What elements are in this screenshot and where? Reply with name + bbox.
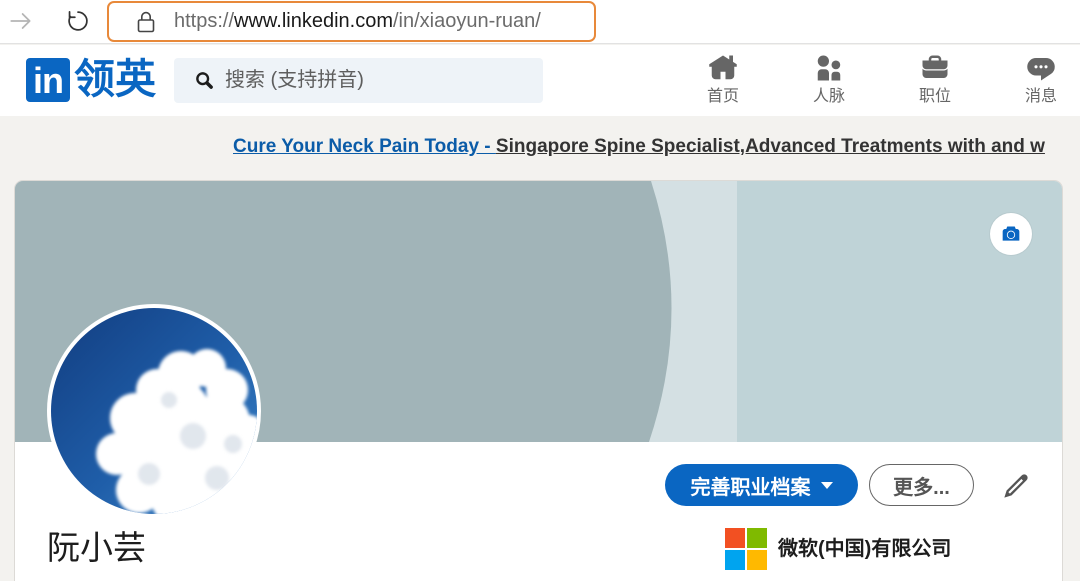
more-label: 更多... — [893, 476, 950, 499]
pencil-icon — [1004, 474, 1028, 498]
nav-item-messaging[interactable]: 消息 — [1001, 53, 1080, 111]
linkedin-logo-mark[interactable]: in — [26, 58, 70, 102]
edit-intro-button[interactable] — [1000, 470, 1032, 502]
logo-square-red — [725, 528, 745, 548]
nav-label: 职位 — [918, 88, 951, 105]
enhance-profile-button[interactable]: 完善职业档案 — [665, 464, 858, 506]
avatar-image — [51, 308, 257, 514]
search-box[interactable] — [174, 58, 543, 103]
url-host: www.linkedin.com — [234, 10, 393, 32]
browser-toolbar: https://www.linkedin.com/in/xiaoyun-ruan… — [0, 0, 1080, 44]
camera-icon — [1002, 226, 1020, 241]
message-icon — [1027, 58, 1055, 81]
logo-square-green — [747, 528, 767, 548]
nav-label: 消息 — [1024, 88, 1057, 105]
search-icon — [196, 72, 213, 89]
forward-button[interactable] — [6, 6, 36, 36]
more-button[interactable]: 更多... — [869, 464, 974, 506]
briefcase-icon — [922, 55, 948, 78]
sponsored-ad-banner: Cure Your Neck Pain Today - Singapore Sp… — [233, 133, 1080, 161]
url-scheme: https:// — [174, 10, 235, 32]
profile-card: 完善职业档案 更多... 阮小芸 微软(中国)有限公司 — [14, 180, 1063, 581]
current-company[interactable]: 微软(中国)有限公司 — [778, 534, 951, 564]
search-input[interactable] — [223, 58, 533, 103]
reload-icon — [68, 11, 88, 31]
reload-button[interactable] — [63, 6, 93, 36]
caret-down-icon — [820, 481, 833, 489]
lock-icon — [137, 11, 155, 33]
url-text[interactable]: https://www.linkedin.com/in/xiaoyun-ruan… — [174, 3, 541, 40]
nav-item-network[interactable]: 人脉 — [789, 53, 869, 111]
nav-item-home[interactable]: 首页 — [683, 53, 763, 111]
ad-headline-link[interactable]: Cure Your Neck Pain Today - — [233, 136, 496, 157]
enhance-profile-label: 完善职业档案 — [690, 476, 811, 499]
site-header: in 领英 首页 人脉 职位 消息 — [0, 45, 1080, 116]
arrow-right-icon — [10, 13, 31, 29]
address-bar[interactable]: https://www.linkedin.com/in/xiaoyun-ruan… — [107, 1, 596, 42]
home-icon — [709, 55, 737, 80]
ad-body-link[interactable]: Singapore Spine Specialist,Advanced Trea… — [496, 136, 1045, 157]
nav-label: 人脉 — [812, 88, 845, 105]
nav-item-jobs[interactable]: 职位 — [895, 53, 975, 111]
microsoft-logo[interactable] — [725, 528, 767, 570]
logo-square-yellow — [747, 550, 767, 570]
edit-cover-button[interactable] — [990, 213, 1032, 255]
url-path: /in/xiaoyun-ruan/ — [392, 10, 541, 32]
people-icon — [817, 55, 841, 81]
nav-label: 首页 — [706, 88, 739, 105]
logo-square-blue — [725, 550, 745, 570]
linkedin-logo-text[interactable]: 领英 — [74, 55, 156, 103]
profile-name: 阮小芸 — [47, 529, 146, 566]
profile-photo[interactable] — [47, 304, 261, 518]
